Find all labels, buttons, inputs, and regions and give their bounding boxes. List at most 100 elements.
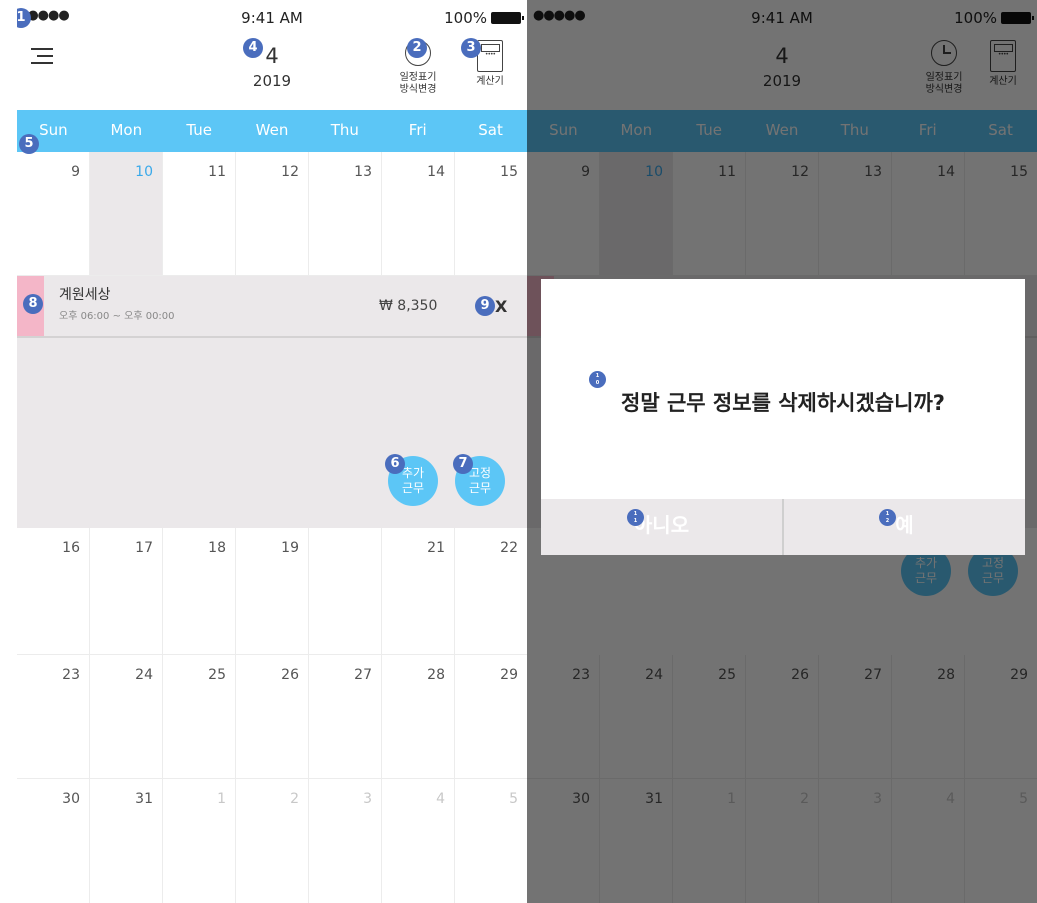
day-number: 24 (135, 667, 153, 683)
day-cell[interactable]: 25 (163, 655, 236, 778)
shift-time: 오후 06:00 ~ 오후 00:00 (59, 311, 175, 322)
weekday-thu: Thu (330, 121, 359, 139)
day-cell[interactable]: 21 (382, 528, 455, 654)
day-cell[interactable]: 9 (17, 152, 90, 275)
day-cell[interactable]: 16 (17, 528, 90, 654)
day-cell[interactable]: 1 (163, 779, 236, 903)
day-cell[interactable]: 2 (236, 779, 309, 903)
day-number: 5 (509, 791, 518, 807)
week-row: 9 10 11 12 13 14 15 (17, 152, 527, 276)
day-cell[interactable]: 14 (382, 152, 455, 275)
day-number: 2 (290, 791, 299, 807)
day-number: 25 (208, 667, 226, 683)
week-row: 16 17 18 19 21 22 (17, 528, 527, 655)
day-number: 29 (500, 667, 518, 683)
annotation-badge: 2 (407, 38, 427, 58)
annotation-badge: 1 0 (589, 371, 606, 388)
month-label[interactable]: 4 (17, 44, 527, 68)
day-number: 16 (62, 540, 80, 556)
dialog-message: 정말 근무 정보를 삭제하시겠습니까? (621, 391, 945, 415)
day-number: 12 (281, 164, 299, 180)
annotation-badge: 7 (453, 454, 473, 474)
calculator-icon (477, 40, 503, 72)
day-number: 31 (135, 791, 153, 807)
day-cell[interactable]: 4 (382, 779, 455, 903)
day-cell[interactable]: 29 (455, 655, 527, 778)
day-number: 10 (135, 164, 153, 180)
day-number: 18 (208, 540, 226, 556)
day-cell[interactable]: 19 (236, 528, 309, 654)
view-toggle-label: 일정표기 방식변경 (399, 72, 437, 95)
day-number: 13 (354, 164, 372, 180)
day-number: 17 (135, 540, 153, 556)
annotation-badge: 1 1 (627, 509, 644, 526)
day-cell[interactable]: 3 (309, 779, 382, 903)
dialog-actions: 아니오 예 (541, 499, 1025, 555)
shift-entry[interactable]: 계원세상 오후 06:00 ~ 오후 00:00 ₩ 8,350 X (17, 276, 527, 338)
day-cell[interactable]: 18 (163, 528, 236, 654)
day-cell[interactable]: 23 (17, 655, 90, 778)
delete-shift-icon[interactable]: X (495, 297, 507, 316)
week-row: 23 24 25 26 27 28 29 (17, 655, 527, 779)
annotation-badge: 9 (475, 296, 495, 316)
dialog-yes-button[interactable]: 예 (784, 499, 1025, 555)
day-number: 3 (363, 791, 372, 807)
day-number: 28 (427, 667, 445, 683)
day-cell[interactable]: 28 (382, 655, 455, 778)
weekday-sat: Sat (478, 121, 503, 139)
annotation-badge: 8 (23, 294, 43, 314)
day-number: 22 (500, 540, 518, 556)
day-number: 14 (427, 164, 445, 180)
delete-confirm-screen: ●●●●● 9:41 AM 100% 4 2019 일정표기 방식변경 계산기 … (527, 0, 1037, 903)
status-bar: ●●●●● 9:41 AM 100% (17, 0, 527, 36)
day-cell[interactable]: 27 (309, 655, 382, 778)
day-number: 4 (436, 791, 445, 807)
annotation-badge: 1 2 (879, 509, 896, 526)
day-number: 11 (208, 164, 226, 180)
day-cell[interactable]: 30 (17, 779, 90, 903)
day-cell-selected[interactable]: 10 (90, 152, 163, 275)
day-cell[interactable]: 5 (455, 779, 527, 903)
day-cell[interactable]: 15 (455, 152, 527, 275)
day-cell[interactable]: 22 (455, 528, 527, 654)
day-number: 21 (427, 540, 445, 556)
day-number: 1 (217, 791, 226, 807)
day-number: 23 (62, 667, 80, 683)
day-cell[interactable]: 17 (90, 528, 163, 654)
day-number: 30 (62, 791, 80, 807)
day-cell[interactable]: 31 (90, 779, 163, 903)
day-cell[interactable]: 24 (90, 655, 163, 778)
day-cell[interactable]: 11 (163, 152, 236, 275)
week-row: 30 31 1 2 3 4 5 (17, 779, 527, 903)
year-label: 2019 (252, 72, 292, 90)
day-cell[interactable]: 13 (309, 152, 382, 275)
day-number: 19 (281, 540, 299, 556)
annotation-badge: 3 (461, 38, 481, 58)
weekday-bar: Sun Mon Tue Wen Thu Fri Sat (17, 110, 527, 152)
dialog-no-button[interactable]: 아니오 (541, 499, 784, 555)
battery-icon (491, 12, 524, 24)
annotation-badge: 5 (19, 134, 39, 154)
day-number: 27 (354, 667, 372, 683)
day-cell[interactable]: 26 (236, 655, 309, 778)
add-shift-label: 추가 근무 (401, 466, 425, 495)
day-number: 26 (281, 667, 299, 683)
day-detail-panel: 계원세상 오후 06:00 ~ 오후 00:00 ₩ 8,350 X 추가 근무… (17, 276, 527, 528)
weekday-fri: Fri (408, 121, 427, 139)
calendar-header: 4 2019 일정표기 방식변경 계산기 (17, 36, 527, 110)
fixed-shift-label: 고정 근무 (468, 466, 492, 495)
weekday-mon: Mon (110, 121, 143, 139)
calendar-screen: ●●●●● 9:41 AM 100% 4 2019 일정표기 방식변경 계산기 … (17, 0, 527, 903)
shift-wage: ₩ 8,350 (379, 298, 438, 314)
delete-confirm-dialog: 정말 근무 정보를 삭제하시겠습니까? 아니오 예 1 0 1 1 1 2 (541, 279, 1025, 555)
day-cell[interactable] (309, 528, 382, 654)
battery-percent: 100% (444, 9, 487, 27)
calculator-label: 계산기 (476, 76, 504, 87)
day-number: 15 (500, 164, 518, 180)
battery-status: 100% (444, 9, 524, 27)
weekday-tue: Tue (186, 121, 212, 139)
weekday-wed: Wen (255, 121, 289, 139)
annotation-badge: 4 (243, 38, 263, 58)
day-number: 9 (71, 164, 80, 180)
day-cell[interactable]: 12 (236, 152, 309, 275)
